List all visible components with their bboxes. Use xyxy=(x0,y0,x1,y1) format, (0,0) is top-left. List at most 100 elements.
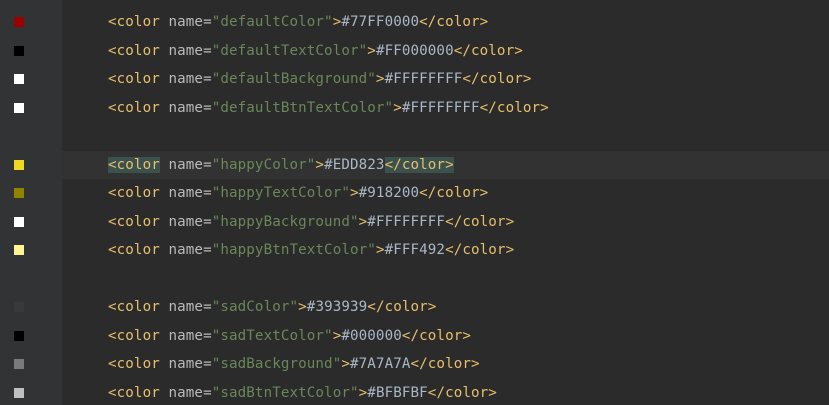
color-value: #393939 xyxy=(306,299,368,316)
blank-line[interactable] xyxy=(0,122,829,151)
color-swatch-icon[interactable] xyxy=(14,216,24,227)
attr-value: "happyBackground" xyxy=(211,213,359,230)
code-text: <color name="happyTextColor">#918200</co… xyxy=(62,185,488,201)
code-text: <color name="defaultColor">#77FF0000</co… xyxy=(62,14,488,30)
tag-bracket: > xyxy=(358,384,368,401)
attr-value: "sadTextColor" xyxy=(211,327,333,344)
attr-name: name= xyxy=(159,42,212,59)
blank-line[interactable] xyxy=(0,265,829,294)
tag-bracket: > xyxy=(341,356,350,373)
open-tag: <color xyxy=(108,242,160,259)
code-line[interactable]: <color name="defaultTextColor">#FF000000… xyxy=(0,37,829,66)
close-tag: </color> xyxy=(410,356,480,373)
close-tag: </color> xyxy=(445,242,515,259)
attr-value: "sadBackground" xyxy=(211,356,342,373)
color-value: #918200 xyxy=(358,185,420,202)
color-value: #FFFFFFFF xyxy=(401,99,480,116)
tag-bracket: > xyxy=(393,99,402,116)
gutter-cell xyxy=(0,37,62,66)
color-swatch-icon[interactable] xyxy=(14,159,24,170)
color-swatch-icon[interactable] xyxy=(14,102,24,113)
attr-value: "defaultBackground" xyxy=(211,71,376,88)
attr-name: name= xyxy=(159,99,212,116)
code-line[interactable]: <color name="sadColor">#393939</color> xyxy=(0,293,829,322)
close-tag: </color> xyxy=(419,14,489,31)
color-swatch-icon[interactable] xyxy=(14,387,24,398)
color-swatch-icon[interactable] xyxy=(14,74,24,85)
attr-name: name= xyxy=(159,14,212,31)
code-text: <color name="sadTextColor">#000000</colo… xyxy=(62,328,471,344)
color-value: #EDD823 xyxy=(324,156,385,173)
attr-name: name= xyxy=(159,356,212,373)
color-swatch-icon[interactable] xyxy=(14,330,24,341)
code-line[interactable]: <color name="defaultBackground">#FFFFFFF… xyxy=(0,65,829,94)
attr-value: "defaultBtnTextColor" xyxy=(211,99,394,116)
attr-name: name= xyxy=(159,213,212,230)
code-line[interactable]: <color name="sadBackground">#7A7A7A</col… xyxy=(0,350,829,379)
attr-value: "happyColor" xyxy=(211,156,316,173)
code-line[interactable]: <color name="defaultBtnTextColor">#FFFFF… xyxy=(0,94,829,123)
tag-bracket: > xyxy=(375,242,385,259)
code-text: <color name="defaultTextColor">#FF000000… xyxy=(62,43,523,59)
color-swatch-icon[interactable] xyxy=(14,359,24,370)
attr-name: name= xyxy=(159,384,212,401)
code-text: <color name="happyBackground">#FFFFFFFF<… xyxy=(62,214,514,230)
open-tag: <color xyxy=(108,99,160,116)
gutter-cell xyxy=(0,208,62,237)
attr-name: name= xyxy=(159,242,212,259)
gutter-cell xyxy=(0,8,62,37)
code-editor[interactable]: <color name="defaultColor">#77FF0000</co… xyxy=(0,0,829,405)
open-tag: <color xyxy=(108,14,160,31)
gutter-cell xyxy=(0,379,62,405)
attr-name: name= xyxy=(159,327,212,344)
close-tag: </color> xyxy=(367,299,437,316)
attr-value: "defaultColor" xyxy=(211,14,333,31)
color-swatch-icon[interactable] xyxy=(14,17,24,28)
color-swatch-icon[interactable] xyxy=(14,245,24,256)
code-text: <color name="sadBtnTextColor">#BFBFBF</c… xyxy=(62,385,497,401)
code-line[interactable]: <color name="happyColor">#EDD823</color> xyxy=(0,150,829,179)
gutter-cell xyxy=(0,94,62,123)
color-value: #BFBFBF xyxy=(367,384,428,401)
open-tag: <color xyxy=(108,327,160,344)
gutter-cell xyxy=(0,150,62,179)
color-value: #77FF0000 xyxy=(341,14,420,31)
open-tag: <color xyxy=(108,185,160,202)
code-text: <color name="defaultBtnTextColor">#FFFFF… xyxy=(62,100,549,116)
attr-name: name= xyxy=(159,156,212,173)
attr-name: name= xyxy=(159,185,212,202)
close-tag: </color> xyxy=(462,71,532,88)
gutter-cell xyxy=(0,179,62,208)
tag-bracket: > xyxy=(367,42,376,59)
color-value: #FFFFFFFF xyxy=(384,71,463,88)
attr-value: "sadColor" xyxy=(211,299,299,316)
code-line[interactable]: <color name="sadTextColor">#000000</colo… xyxy=(0,322,829,351)
close-tag: </color> xyxy=(453,42,523,59)
attr-value: "happyTextColor" xyxy=(211,185,350,202)
color-value: #7A7A7A xyxy=(350,356,411,373)
code-line[interactable]: <color name="happyBtnTextColor">#FFF492<… xyxy=(0,236,829,265)
color-swatch-icon[interactable] xyxy=(14,302,24,313)
close-tag: </color> xyxy=(419,185,489,202)
code-line[interactable]: <color name="happyBackground">#FFFFFFFF<… xyxy=(0,208,829,237)
tag-bracket: > xyxy=(315,156,325,173)
code-text: <color name="defaultBackground">#FFFFFFF… xyxy=(62,71,532,87)
color-swatch-icon[interactable] xyxy=(14,188,24,199)
close-tag: </color> xyxy=(445,213,515,230)
open-tag: <color xyxy=(108,213,160,230)
tag-bracket: > xyxy=(358,213,368,230)
close-tag: </color> xyxy=(479,99,549,116)
gutter-cell xyxy=(0,293,62,322)
gutter-cell xyxy=(0,236,62,265)
gutter-cell xyxy=(0,65,62,94)
color-swatch-icon[interactable] xyxy=(14,45,24,56)
code-text: <color name="happyBtnTextColor">#FFF492<… xyxy=(62,242,514,258)
code-text: <color name="happyColor">#EDD823</color> xyxy=(62,156,454,173)
code-line[interactable]: <color name="happyTextColor">#918200</co… xyxy=(0,179,829,208)
code-line[interactable]: <color name="defaultColor">#77FF0000</co… xyxy=(0,8,829,37)
gutter-cell xyxy=(0,265,62,294)
code-line[interactable]: <color name="sadBtnTextColor">#BFBFBF</c… xyxy=(0,379,829,405)
attr-value: "sadBtnTextColor" xyxy=(211,384,359,401)
color-value: #FFF492 xyxy=(384,242,446,259)
close-tag: </color> xyxy=(384,156,454,173)
